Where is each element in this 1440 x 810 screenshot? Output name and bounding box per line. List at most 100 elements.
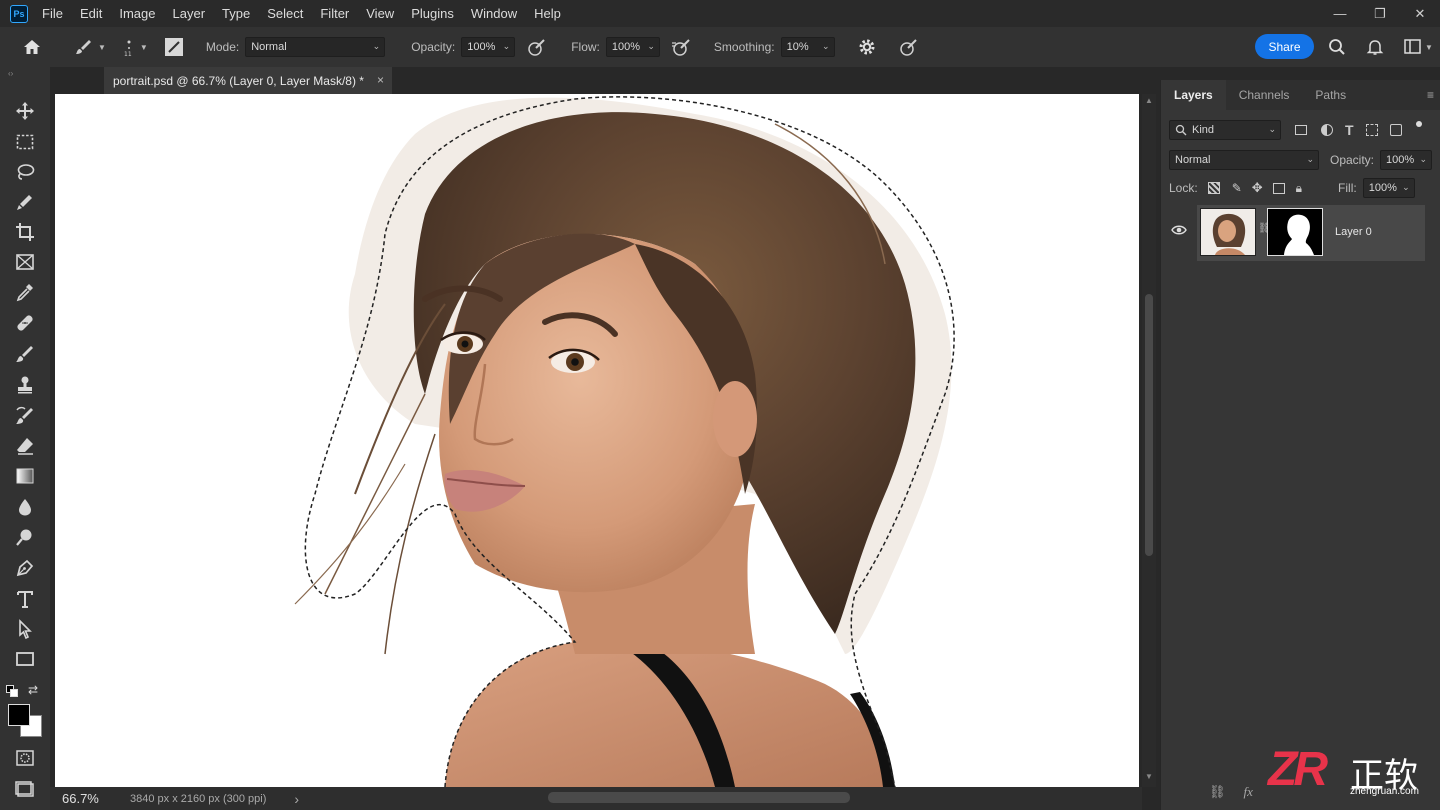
zoom-level[interactable]: 66.7% (62, 791, 118, 806)
brush-size-button[interactable]: 11 (118, 37, 140, 57)
brush-tool[interactable] (12, 342, 38, 366)
lock-position-icon[interactable]: ✥ (1252, 180, 1263, 196)
scroll-up-icon[interactable]: ▲ (1145, 96, 1153, 105)
status-menu-arrow-icon[interactable]: › (294, 791, 299, 807)
mode-select[interactable]: Normal ⌄ (245, 37, 386, 57)
lock-all-icon[interactable]: 🔒︎ (1296, 181, 1302, 196)
marquee-tool[interactable] (12, 130, 38, 154)
filter-kind-select[interactable]: Kind ⌄ (1169, 120, 1281, 140)
foreground-color-swatch[interactable] (8, 704, 30, 726)
layer-style-fx-icon[interactable]: fx (1244, 784, 1253, 800)
fill-input[interactable]: 100% ⌄ (1362, 178, 1415, 198)
notifications-button[interactable] (1364, 37, 1386, 57)
menu-image[interactable]: Image (119, 6, 155, 21)
menu-view[interactable]: View (366, 6, 394, 21)
path-selection-tool[interactable] (12, 617, 38, 641)
flow-input[interactable]: 100% ⌄ (605, 37, 660, 57)
filter-shape-icon[interactable] (1365, 124, 1378, 136)
menu-window[interactable]: Window (471, 6, 517, 21)
smoothing-settings-button[interactable] (855, 37, 879, 57)
frame-tool[interactable] (12, 250, 38, 274)
quick-selection-tool[interactable] (12, 190, 38, 214)
tab-channels[interactable]: Channels (1226, 80, 1303, 110)
layer-row-layer-0[interactable]: ⛓︎ Layer 0 (1197, 205, 1425, 261)
filter-toggle-icon[interactable] (1415, 121, 1422, 127)
close-window-button[interactable]: ✕ (1400, 0, 1440, 27)
menu-file[interactable]: File (42, 6, 63, 21)
rectangle-tool[interactable] (12, 647, 38, 671)
clone-stamp-tool[interactable] (12, 373, 38, 397)
document-tab[interactable]: portrait.psd @ 66.7% (Layer 0, Layer Mas… (104, 67, 392, 94)
type-tool[interactable] (12, 587, 38, 611)
gradient-tool[interactable] (12, 464, 38, 488)
lock-artboard-icon[interactable] (1272, 182, 1285, 194)
move-tool[interactable] (12, 99, 38, 123)
minimize-button[interactable]: — (1320, 0, 1360, 27)
smoothing-input[interactable]: 10% ⌄ (780, 37, 835, 57)
horizontal-scroll-thumb[interactable] (548, 792, 850, 803)
toolbar-grip-icon[interactable]: ‹› (8, 69, 13, 78)
healing-brush-tool[interactable] (12, 311, 38, 335)
quick-mask-button[interactable] (12, 746, 38, 770)
close-tab-icon[interactable]: × (377, 73, 384, 87)
lasso-tool[interactable] (12, 160, 38, 184)
brush-preset-button[interactable] (70, 37, 98, 57)
pen-tool[interactable] (12, 556, 38, 580)
panel-menu-icon[interactable]: ≡ (1427, 88, 1434, 102)
menu-plugins[interactable]: Plugins (411, 6, 454, 21)
eraser-tool[interactable] (12, 434, 38, 458)
menu-edit[interactable]: Edit (80, 6, 102, 21)
default-colors-icon[interactable] (6, 685, 18, 697)
tab-paths[interactable]: Paths (1302, 80, 1359, 110)
bell-icon (1366, 40, 1384, 55)
layer-visibility-toggle[interactable] (1171, 224, 1187, 239)
menu-filter[interactable]: Filter (320, 6, 349, 21)
restore-button[interactable]: ❐ (1360, 0, 1400, 27)
blend-mode-select[interactable]: Normal ⌄ (1169, 150, 1319, 170)
blur-tool[interactable] (12, 495, 38, 519)
menu-help[interactable]: Help (534, 6, 561, 21)
document-tab-strip: portrait.psd @ 66.7% (Layer 0, Layer Mas… (50, 67, 1160, 94)
airbrush-button[interactable] (670, 37, 694, 57)
tools-panel: ‹› ⇄ (0, 67, 50, 810)
swap-colors-icon[interactable]: ⇄ (28, 683, 38, 697)
dodge-tool[interactable] (12, 525, 38, 549)
brush-size-chevron-icon[interactable]: ▼ (140, 43, 148, 52)
search-button[interactable] (1326, 37, 1348, 57)
layer-opacity-input[interactable]: 100% ⌄ (1380, 150, 1433, 170)
tab-layers[interactable]: Layers (1161, 80, 1226, 110)
brush-preset-chevron-icon[interactable]: ▼ (98, 43, 106, 52)
stamp-icon (18, 376, 32, 394)
opacity-input[interactable]: 100% ⌄ (461, 37, 516, 57)
pressure-opacity-button[interactable] (525, 37, 549, 57)
screen-mode-button[interactable] (12, 777, 38, 801)
scroll-down-icon[interactable]: ▼ (1145, 772, 1153, 781)
workspace-button[interactable]: ▼ (1400, 37, 1436, 57)
vertical-scroll-thumb[interactable] (1145, 294, 1153, 556)
layer-name[interactable]: Layer 0 (1335, 226, 1372, 238)
eyedropper-tool[interactable] (12, 280, 38, 304)
history-brush-tool[interactable] (12, 404, 38, 428)
filter-type-icon[interactable]: T (1345, 122, 1354, 138)
pressure-size-button[interactable] (897, 37, 921, 57)
layer-thumbnail[interactable] (1200, 208, 1256, 256)
layer-mask-thumbnail[interactable] (1267, 208, 1323, 256)
link-layers-icon[interactable]: ⛓︎ (1209, 784, 1226, 800)
menu-layer[interactable]: Layer (173, 6, 206, 21)
vertical-scrollbar[interactable]: ▲ ▼ (1142, 94, 1156, 787)
menu-select[interactable]: Select (267, 6, 303, 21)
eraser-icon (17, 438, 33, 455)
lock-transparency-icon[interactable] (1207, 182, 1220, 194)
share-button[interactable]: Share (1255, 34, 1314, 59)
filter-smart-object-icon[interactable] (1389, 124, 1402, 136)
home-button[interactable] (14, 37, 50, 57)
brush-settings-button[interactable] (162, 37, 186, 57)
filter-pixel-icon[interactable] (1295, 125, 1307, 135)
filter-adjustment-icon[interactable] (1321, 124, 1333, 136)
crop-tool[interactable] (12, 220, 38, 244)
document-canvas[interactable] (55, 94, 1139, 787)
lock-image-icon[interactable]: ✎ (1232, 181, 1242, 195)
menu-type[interactable]: Type (222, 6, 250, 21)
canvas-area[interactable] (50, 94, 1142, 787)
photoshop-logo[interactable]: Ps (10, 4, 28, 23)
